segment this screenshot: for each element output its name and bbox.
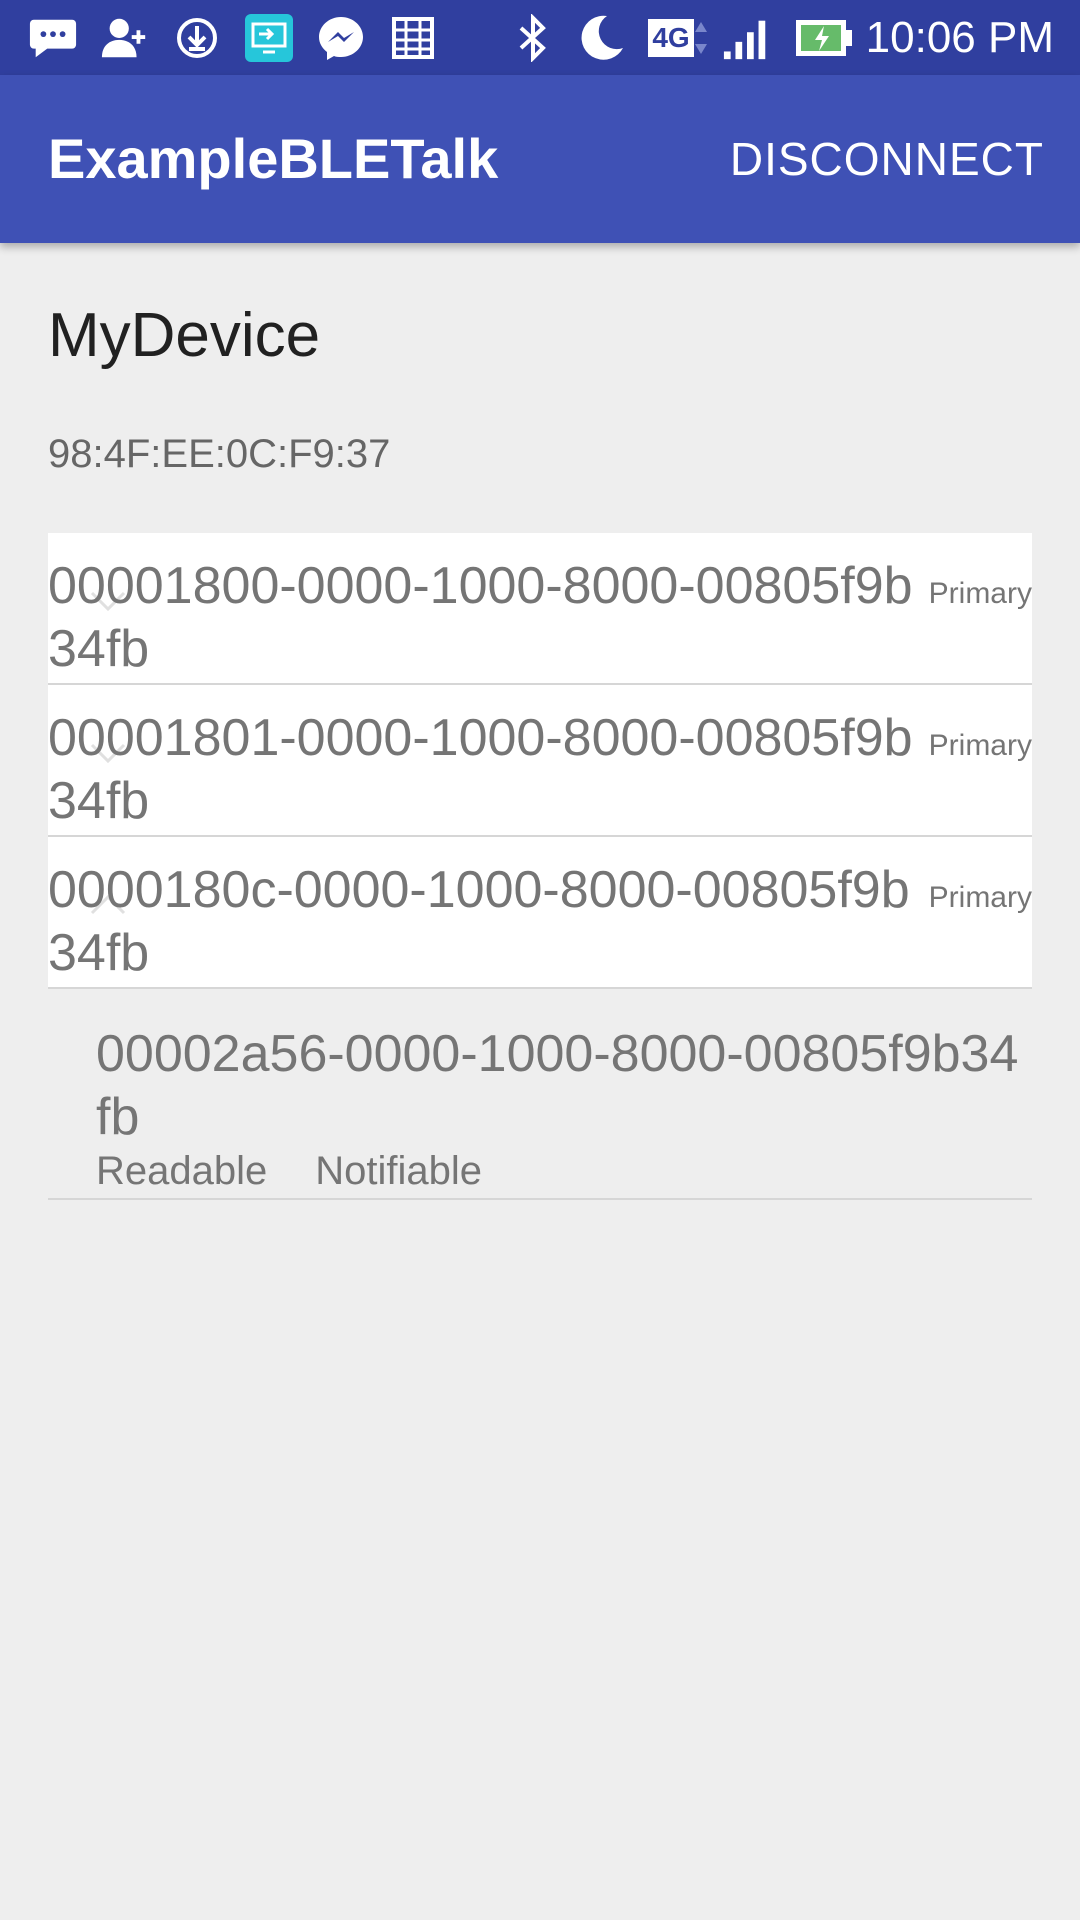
status-bar: 4G 10:06 PM [0, 0, 1080, 75]
messenger-icon [316, 14, 366, 62]
bluetooth-icon [508, 14, 558, 62]
disconnect-button[interactable]: DISCONNECT [730, 75, 1044, 243]
property-notifiable: Notifiable [315, 1149, 483, 1193]
signal-icon [722, 14, 772, 62]
service-row[interactable]: 00001801-0000-1000-8000-00805f9b34fb Pri… [48, 685, 1032, 837]
download-icon [172, 14, 222, 62]
app-bar: ExampleBLETalk DISCONNECT [0, 75, 1080, 243]
device-name: MyDevice [48, 301, 321, 370]
device-address: 98:4F:EE:0C:F9:37 [48, 432, 391, 476]
service-row[interactable]: 00001800-0000-1000-8000-00805f9b34fb Pri… [48, 533, 1032, 685]
moon-icon [576, 14, 626, 62]
battery-charging-icon [794, 14, 854, 62]
screen-cast-icon [244, 14, 294, 62]
service-type: Primary [928, 881, 1032, 914]
app-title: ExampleBLETalk [48, 127, 499, 190]
service-uuid: 0000180c-0000-1000-8000-00805f9b34fb [48, 861, 910, 982]
calendar-icon [388, 14, 438, 62]
characteristic-uuid: 00002a56-0000-1000-8000-00805f9b34fb [96, 1025, 1019, 1146]
service-uuid: 00001800-0000-1000-8000-00805f9b34fb [48, 557, 913, 678]
add-contact-icon [100, 14, 150, 62]
status-time: 10:06 PM [865, 13, 1054, 62]
characteristic-properties: Readable Notifiable [96, 1149, 482, 1194]
service-type: Primary [928, 729, 1032, 762]
messaging-icon [28, 14, 78, 62]
service-type: Primary [928, 577, 1032, 610]
service-list: 00001800-0000-1000-8000-00805f9b34fb Pri… [48, 533, 1032, 989]
characteristic-row[interactable]: 00002a56-0000-1000-8000-00805f9b34fb Rea… [48, 1013, 1032, 1200]
service-uuid: 00001801-0000-1000-8000-00805f9b34fb [48, 709, 913, 830]
service-row[interactable]: 0000180c-0000-1000-8000-00805f9b34fb Pri… [48, 837, 1032, 989]
network-4g-icon: 4G [646, 14, 710, 62]
property-readable: Readable [96, 1149, 268, 1193]
